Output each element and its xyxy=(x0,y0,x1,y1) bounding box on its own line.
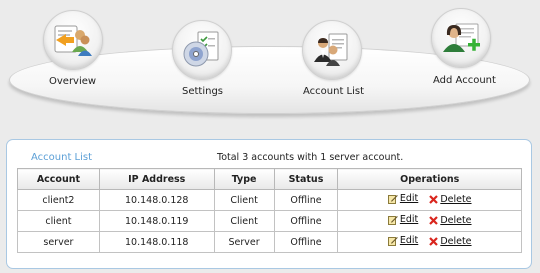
nav-overview-label: Overview xyxy=(49,76,97,87)
edit-link[interactable]: Edit xyxy=(387,193,419,205)
edit-label: Edit xyxy=(399,193,419,205)
table-row: client 10.148.0.119 Client Offline Edit … xyxy=(17,210,522,232)
header-type: Type xyxy=(213,168,275,190)
cell-status: Offline xyxy=(273,189,339,211)
header-status: Status xyxy=(273,168,339,190)
account-summary: Total 3 accounts with 1 server account. xyxy=(217,152,404,163)
header-account: Account xyxy=(17,168,100,190)
delete-icon xyxy=(429,215,439,225)
table-header-row: Account IP Address Type Status Operation… xyxy=(17,168,522,190)
delete-label: Delete xyxy=(440,193,472,205)
cell-operations: Edit Delete xyxy=(337,210,522,232)
navigation-dock: Overview Settings Account List Add Accou… xyxy=(0,0,540,118)
cell-type: Server xyxy=(213,231,275,253)
nav-add-account[interactable]: Add Account xyxy=(428,8,508,88)
cell-type: Client xyxy=(213,189,275,211)
delete-link[interactable]: Delete xyxy=(429,193,472,205)
cell-status: Offline xyxy=(273,210,339,232)
cell-ip: 10.148.0.118 xyxy=(98,231,215,253)
edit-label: Edit xyxy=(399,235,419,247)
cell-operations: Edit Delete xyxy=(337,189,522,211)
header-operations: Operations xyxy=(337,168,522,190)
delete-link[interactable]: Delete xyxy=(429,235,472,247)
account-list-icon xyxy=(302,20,362,80)
cell-ip: 10.148.0.128 xyxy=(98,189,215,211)
edit-icon xyxy=(387,215,398,225)
nav-add-account-label: Add Account xyxy=(433,75,496,86)
header-ip-address: IP Address xyxy=(98,168,215,190)
overview-icon xyxy=(43,10,103,70)
settings-icon xyxy=(172,20,232,80)
cell-account: client xyxy=(17,210,100,232)
accounts-table: Account IP Address Type Status Operation… xyxy=(17,168,522,253)
cell-type: Client xyxy=(213,210,275,232)
edit-icon xyxy=(387,236,398,246)
nav-account-list-label: Account List xyxy=(303,86,365,97)
nav-settings[interactable]: Settings xyxy=(168,20,238,100)
delete-icon xyxy=(429,236,439,246)
nav-account-list[interactable]: Account List xyxy=(298,20,378,100)
delete-icon xyxy=(429,194,439,204)
cell-account: client2 xyxy=(17,189,100,211)
cell-ip: 10.148.0.119 xyxy=(98,210,215,232)
cell-status: Offline xyxy=(273,231,339,253)
nav-overview[interactable]: Overview xyxy=(40,10,110,90)
edit-link[interactable]: Edit xyxy=(387,235,419,247)
table-row: client2 10.148.0.128 Client Offline Edit… xyxy=(17,189,522,211)
cell-operations: Edit Delete xyxy=(337,231,522,253)
delete-link[interactable]: Delete xyxy=(429,214,472,226)
table-row: server 10.148.0.118 Server Offline Edit … xyxy=(17,231,522,253)
edit-icon xyxy=(387,194,398,204)
add-account-icon xyxy=(431,8,491,68)
edit-label: Edit xyxy=(399,214,419,226)
delete-label: Delete xyxy=(440,214,472,226)
account-list-panel: Account List Total 3 accounts with 1 ser… xyxy=(6,139,532,269)
delete-label: Delete xyxy=(440,235,472,247)
edit-link[interactable]: Edit xyxy=(387,214,419,226)
cell-account: server xyxy=(17,231,100,253)
panel-title: Account List xyxy=(31,152,93,163)
nav-settings-label: Settings xyxy=(182,86,224,97)
